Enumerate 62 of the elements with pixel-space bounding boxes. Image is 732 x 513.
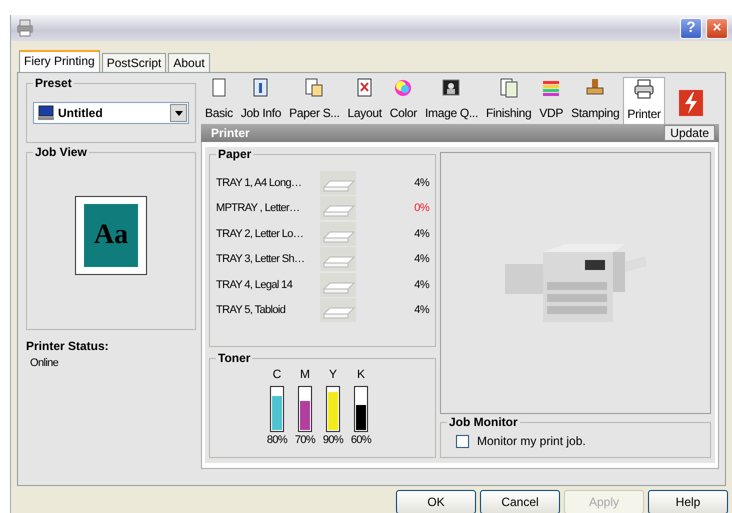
tray-icon (320, 196, 356, 220)
toolbar-button[interactable]: Stamping (567, 77, 624, 124)
toolbar-button[interactable]: Paper S... (285, 77, 344, 124)
tray-level: 4% (414, 226, 429, 242)
toolbar-button[interactable]: Job Info (236, 77, 286, 124)
toner-level: 80% (266, 433, 288, 448)
toolbar-button[interactable]: Layout (344, 77, 386, 124)
tray-name: MPTRAY , Letter… (216, 201, 301, 216)
group-label: Paper (216, 147, 254, 161)
toolbar-button[interactable]: VDP (535, 77, 568, 124)
tab[interactable]: PostScript (102, 53, 166, 72)
toolbar-button[interactable]: Color (386, 77, 421, 124)
paper-icon (303, 77, 326, 99)
group-label: Job View (33, 145, 89, 159)
status-value: Online (30, 356, 60, 371)
toner-level: 70% (294, 433, 316, 448)
toner-label: K (356, 366, 365, 383)
computer-icon (37, 105, 55, 121)
tray-name: TRAY 5, Tabloid (216, 303, 286, 318)
group-label: Toner (216, 351, 252, 365)
tray-level: 4% (414, 252, 429, 267)
tray-name: TRAY 2, Letter Lo… (216, 226, 304, 242)
tray-level: 4% (414, 176, 429, 190)
pages-icon (498, 77, 520, 99)
lightning-logo-icon (679, 90, 703, 116)
tab[interactable]: About (168, 53, 210, 72)
tray-name: TRAY 4, Legal 14 (216, 278, 294, 292)
status-label: Printer Status: (26, 338, 110, 355)
preset-dropdown[interactable]: Untitled (33, 102, 189, 124)
tab[interactable]: Fiery Printing (19, 50, 100, 72)
tray-icon (320, 247, 356, 272)
page-preview: Aa (75, 196, 147, 274)
toolbar-button[interactable]: Printer (623, 77, 665, 124)
update-button[interactable]: Update (664, 125, 715, 141)
dialog-button[interactable]: Help (648, 490, 728, 513)
dialog-button[interactable]: OK (396, 490, 476, 513)
checkbox[interactable] (456, 434, 469, 448)
toolbar-button[interactable]: Basic (201, 77, 237, 124)
toner-level: 60% (350, 433, 372, 448)
group-label: Preset (33, 76, 74, 90)
tray-name: TRAY 1, A4 Long… (216, 176, 302, 190)
tray-icon (320, 298, 356, 322)
toolbar-button[interactable]: Finishing (482, 77, 536, 124)
toolbar-button[interactable]: Image Q... (420, 77, 482, 124)
tray-level: 4% (414, 278, 429, 292)
tray-level: 4% (414, 303, 429, 318)
tray-name: TRAY 3, Letter Sh… (216, 252, 306, 267)
checkbox-label: Monitor my print job. (477, 433, 586, 450)
printer-icon (633, 78, 656, 100)
tray-icon (320, 272, 356, 297)
toner-label: Y (328, 366, 337, 383)
tray-icon (320, 170, 356, 195)
toner-level: 90% (322, 433, 344, 448)
section-title: Printer (211, 125, 250, 142)
tray-level: 0% (414, 201, 429, 216)
tray-icon (320, 222, 356, 246)
group-label: Job Monitor (447, 415, 520, 429)
dialog-button[interactable]: Cancel (480, 490, 560, 513)
toner-label: M (300, 366, 310, 383)
dropdown-arrow-icon (174, 110, 182, 116)
printer-icon (15, 19, 35, 37)
toner-label: C (272, 366, 282, 383)
